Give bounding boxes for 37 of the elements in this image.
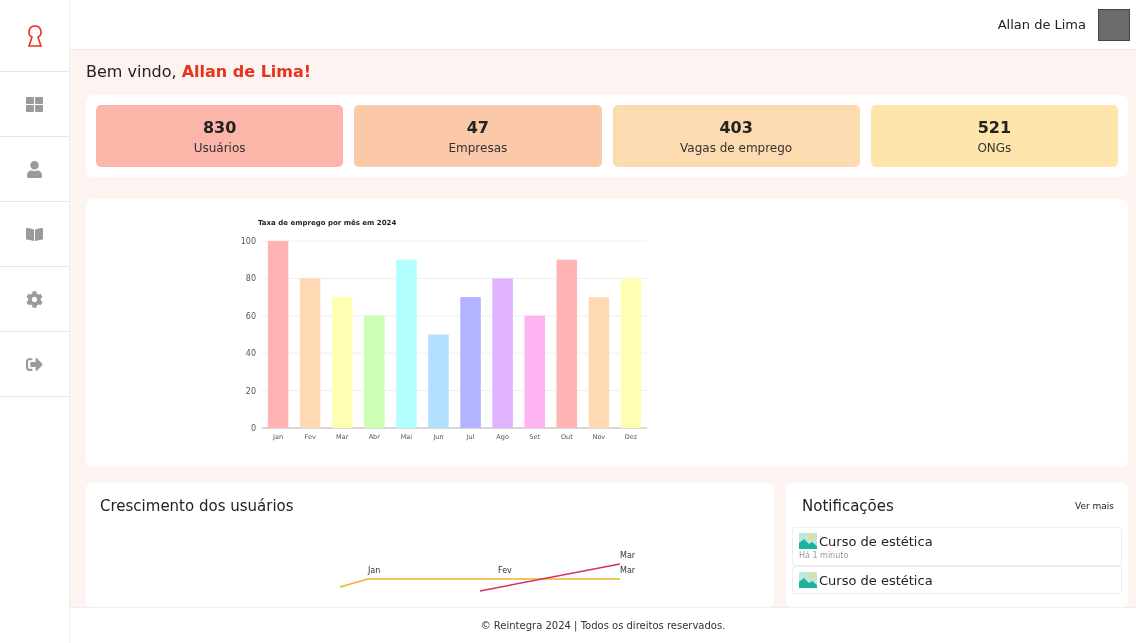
image-icon bbox=[799, 572, 817, 588]
stat-label: Vagas de emprego bbox=[680, 140, 793, 155]
stat-value: 830 bbox=[202, 117, 237, 137]
notification-title: Curso de estética bbox=[819, 572, 933, 588]
settings-icon[interactable] bbox=[26, 290, 43, 308]
stat-value: 521 bbox=[977, 117, 1012, 137]
stat-label: Usuários bbox=[193, 140, 246, 155]
image-icon bbox=[799, 533, 817, 549]
axis-tick-label: 40 bbox=[245, 349, 256, 359]
stat-label: Empresas bbox=[448, 140, 508, 155]
grid-icon[interactable] bbox=[26, 95, 43, 113]
axis-tick-label: 100 bbox=[240, 237, 256, 246]
notification-title: Curso de estética bbox=[819, 533, 933, 549]
point-label: Fev bbox=[498, 566, 512, 575]
notification-time: Há 1 minuto bbox=[799, 551, 850, 560]
notification-item[interactable]: Curso de estética Há 1 minuto bbox=[792, 527, 1122, 566]
card-title: Crescimento dos usuários bbox=[100, 497, 295, 515]
point-label: Mar bbox=[620, 551, 636, 560]
notification-item[interactable]: Curso de estética bbox=[792, 566, 1122, 594]
axis-tick-label: 80 bbox=[245, 274, 256, 284]
point-label: Jan bbox=[368, 566, 381, 575]
axis-tick-label: 20 bbox=[245, 386, 256, 396]
user-name: Allan de Lima bbox=[997, 17, 1086, 32]
stat-value: 403 bbox=[719, 117, 753, 137]
book-icon[interactable] bbox=[26, 225, 43, 243]
avatar-photo-placeholder[interactable] bbox=[1098, 8, 1130, 41]
axis-tick-label: 0 bbox=[250, 424, 256, 433]
stat-value: 47 bbox=[466, 117, 489, 137]
keyhole-logo-icon[interactable] bbox=[25, 23, 44, 48]
point-label: Mar bbox=[620, 566, 636, 575]
axis-tick-label: 60 bbox=[245, 311, 256, 321]
logout-icon[interactable] bbox=[26, 355, 43, 373]
welcome-heading: Bem vindo, Allan de Lima! bbox=[86, 62, 313, 81]
see-more-link[interactable]: Ver mais bbox=[1074, 501, 1114, 511]
user-icon[interactable] bbox=[26, 160, 43, 178]
stat-label: ONGs bbox=[977, 140, 1012, 155]
card-title: Notificações bbox=[802, 497, 894, 515]
